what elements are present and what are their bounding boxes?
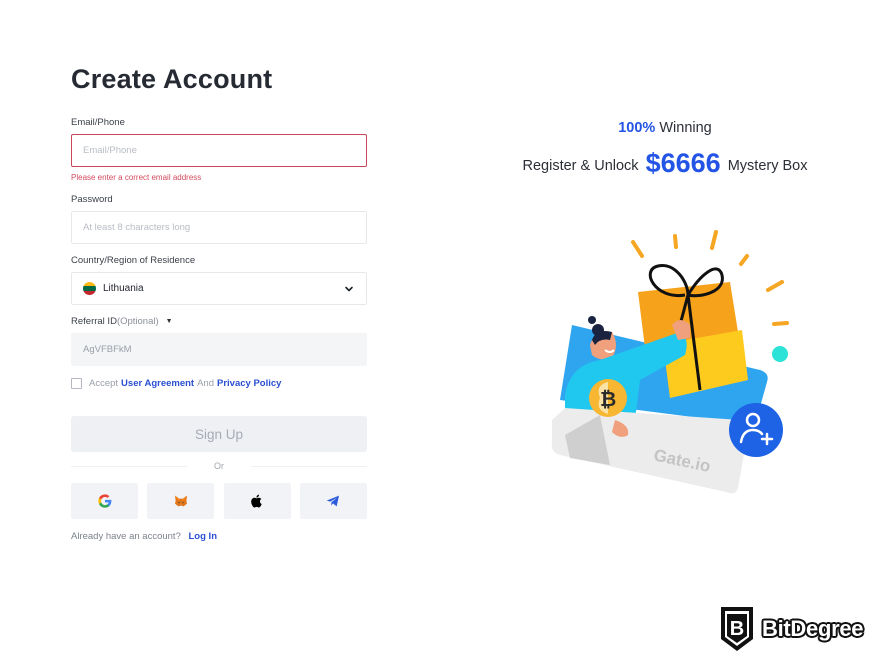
bitdegree-shield-icon: B [721,607,753,651]
password-label: Password [71,194,113,205]
promo-register-text: Register & Unlock [522,158,639,174]
country-label: Country/Region of Residence [71,255,196,266]
telegram-login-button[interactable] [299,483,367,519]
privacy-policy-link[interactable]: Privacy Policy [217,378,281,389]
email-label: Email/Phone [71,117,125,128]
google-icon [97,494,111,508]
promo-amount: $6666 [645,148,721,178]
svg-text:B: B [730,618,744,640]
referral-input[interactable] [83,344,355,355]
referral-optional-label: (Optional) [116,316,159,327]
accept-text: Accept [89,378,119,389]
referral-field-wrapper [71,333,367,366]
bitcoin-icon: ₿ [600,389,616,411]
promo-banner: 100% Winning Register & Unlock $6666 Mys… [500,118,830,178]
email-error-message: Please enter a correct email address [71,173,202,182]
agreement-checkbox[interactable] [71,378,82,389]
bitdegree-watermark: B BitDegree [720,606,864,652]
divider-line [251,465,367,467]
teal-dot [772,346,788,362]
create-account-form: Create Account Email/Phone Please enter … [71,62,367,542]
bitdegree-wordmark: BitDegree [762,616,864,641]
email-field-wrapper [71,134,367,167]
metamask-fox-icon [174,495,187,507]
social-login-row [71,483,367,519]
metamask-login-button[interactable] [147,483,215,519]
divider-line [71,465,187,467]
telegram-icon [327,495,340,507]
and-text: And [197,378,214,389]
agreement-row: Accept User Agreement And Privacy Policy [71,378,284,389]
login-prompt: Already have an account? Log In [71,531,217,542]
country-selected: Lithuania [83,282,144,295]
login-prompt-text: Already have an account? [71,531,181,542]
chevron-down-icon [345,286,353,291]
country-value: Lithuania [103,283,144,294]
caret-down-icon: ▼ [165,318,173,325]
promo-box-text: Mystery Box [727,158,808,174]
referral-label: Referral ID [71,316,117,327]
password-input[interactable] [83,222,355,233]
user-agreement-link[interactable]: User Agreement [121,378,194,389]
referral-label-toggle[interactable]: Referral ID (Optional) ▼ [71,316,173,327]
google-login-button[interactable] [71,483,138,519]
sign-up-button[interactable]: Sign Up [71,416,367,452]
promo-percent: 100% [618,120,656,136]
page-title: Create Account [71,64,273,94]
mystery-box-illustration: Gate.io ₿ [551,230,789,494]
log-in-link[interactable]: Log In [189,531,218,542]
country-select[interactable]: Lithuania [71,272,367,305]
promo-winning: Winning [659,120,712,136]
promo-line-1: 100% Winning [500,118,830,138]
password-field-wrapper [71,211,367,244]
email-input[interactable] [83,145,355,156]
apple-icon [251,494,262,508]
promo-line-2: Register & Unlock $6666 Mystery Box [500,148,830,178]
lithuania-flag-icon [83,282,96,295]
or-divider: Or [71,460,367,472]
or-label: Or [214,461,224,471]
apple-login-button[interactable] [223,483,291,519]
